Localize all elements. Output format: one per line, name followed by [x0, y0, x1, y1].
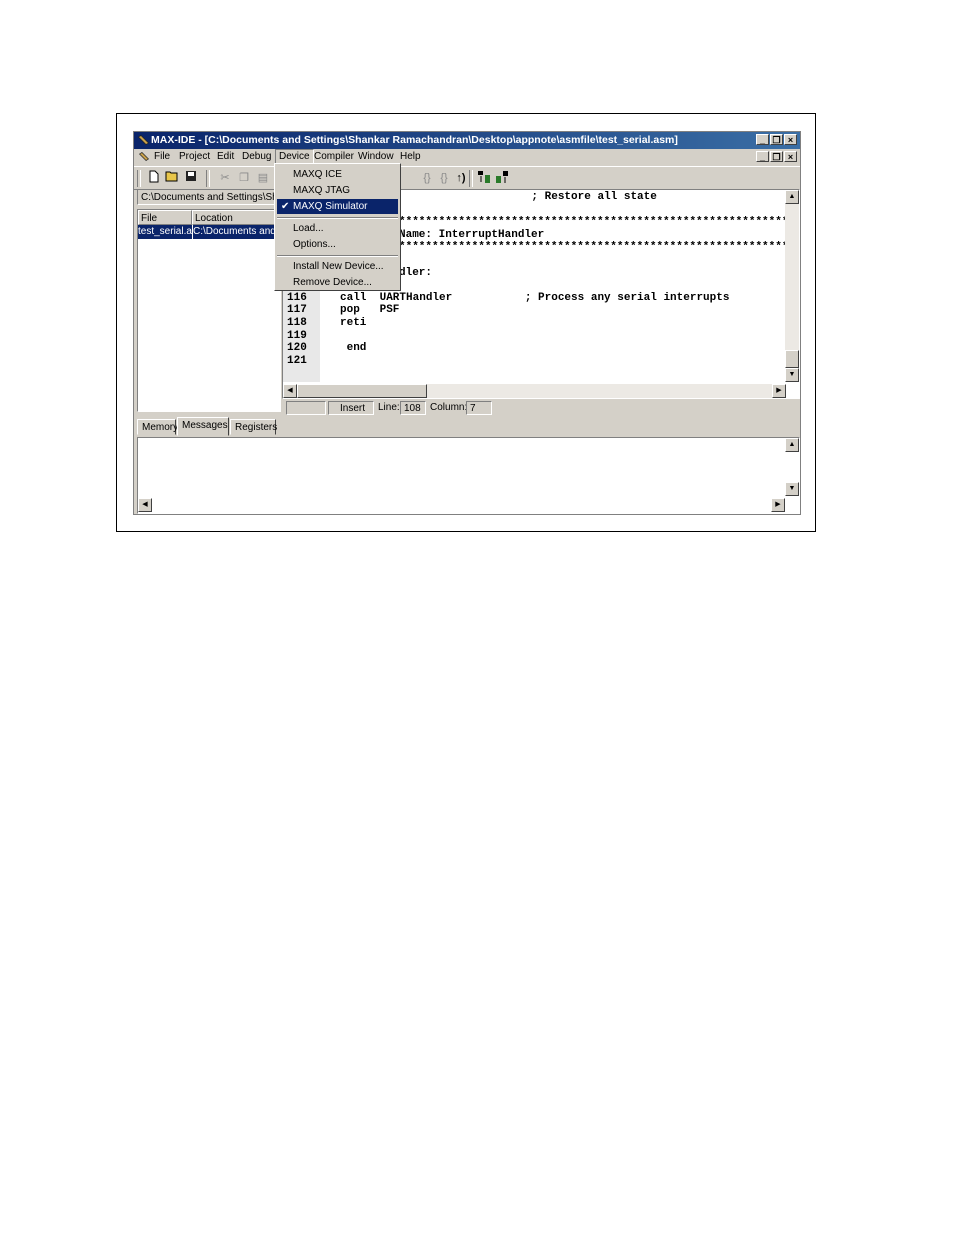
- msg-scroll-down-icon[interactable]: ▼: [785, 482, 799, 496]
- cut-icon[interactable]: ✂: [217, 170, 233, 186]
- code-line: ****************************************…: [399, 216, 800, 229]
- menu-item-maxq-jtag[interactable]: MAXQ JTAG: [277, 183, 398, 198]
- checkmark-icon: ✔: [281, 201, 290, 212]
- hscroll-thumb[interactable]: [297, 384, 427, 398]
- column-header-location[interactable]: Location: [192, 210, 280, 225]
- menu-bar: File Project Edit Debug Device Compiler …: [134, 149, 800, 165]
- tab-registers[interactable]: Registers: [230, 419, 277, 435]
- msg-scroll-up-icon[interactable]: ▲: [785, 438, 799, 452]
- code-line: dler:: [399, 266, 433, 279]
- restore-button[interactable]: ❐: [770, 134, 783, 145]
- paste-icon[interactable]: ▤: [255, 170, 271, 186]
- column-label: Column:: [430, 402, 468, 413]
- device-menu-dropdown: MAXQ ICE MAXQ JTAG ✔ MAXQ Simulator Load…: [274, 163, 401, 291]
- close-button[interactable]: ×: [784, 134, 797, 145]
- minimize-button[interactable]: _: [756, 134, 769, 145]
- menu-separator: [277, 217, 398, 219]
- location-cell[interactable]: C:\Documents and: [192, 225, 280, 239]
- line-number: 121: [287, 354, 307, 367]
- tab-memory[interactable]: Memory: [137, 419, 178, 435]
- status-bar: Insert Line: 108 Column: 7: [282, 400, 642, 416]
- msg-scroll-right-icon[interactable]: ▶: [771, 498, 785, 512]
- line-label: Line:: [378, 402, 400, 413]
- tab-messages[interactable]: Messages: [177, 417, 229, 436]
- menu-item-options[interactable]: Options...: [277, 237, 398, 252]
- open-folder-icon[interactable]: [164, 170, 180, 186]
- file-cell[interactable]: test_serial.as: [138, 225, 192, 239]
- scroll-thumb[interactable]: [785, 350, 799, 368]
- line-number: 118: [287, 317, 307, 329]
- step-over-icon[interactable]: {}: [436, 170, 452, 186]
- column-header-file[interactable]: File: [138, 210, 192, 225]
- status-empty: [286, 401, 326, 415]
- code-line: Name: InterruptHandler: [399, 228, 545, 241]
- menu-debug[interactable]: Debug: [239, 149, 274, 165]
- column-value: 7: [466, 401, 492, 415]
- toolbar-separator: [206, 170, 210, 187]
- scroll-right-icon[interactable]: ▶: [772, 384, 786, 398]
- editor-horizontal-scrollbar[interactable]: ◀ ▶: [283, 384, 786, 398]
- toolbar-separator-2: [469, 170, 473, 187]
- toolbar-grip: [137, 170, 141, 187]
- menu-item-maxq-simulator[interactable]: ✔ MAXQ Simulator: [277, 199, 398, 214]
- app-logo-icon: [138, 135, 149, 145]
- scroll-up-icon[interactable]: ▲: [785, 190, 799, 204]
- program-icon[interactable]: [476, 170, 492, 186]
- save-icon[interactable]: [183, 170, 199, 186]
- step-into-icon[interactable]: {}: [419, 170, 435, 186]
- line-value: 108: [400, 401, 426, 415]
- mdi-close-button[interactable]: ×: [784, 151, 797, 162]
- scroll-down-icon[interactable]: ▼: [785, 368, 799, 382]
- code-line: pop PSF: [340, 304, 400, 317]
- toolbar: ✂ ❐ ▤ {} {} ↑): [134, 166, 800, 190]
- code-line: end: [340, 342, 367, 355]
- line-number: 120: [287, 342, 307, 355]
- document-icon[interactable]: [138, 151, 150, 163]
- window-title: MAX-IDE - [C:\Documents and Settings\Sha…: [151, 134, 678, 146]
- max-ide-window: MAX-IDE - [C:\Documents and Settings\Sha…: [133, 131, 801, 515]
- line-number: 117: [287, 304, 307, 317]
- menu-project[interactable]: Project: [176, 149, 213, 165]
- title-bar[interactable]: MAX-IDE - [C:\Documents and Settings\Sha…: [134, 132, 800, 149]
- new-file-icon[interactable]: [146, 170, 162, 186]
- run-icon[interactable]: [494, 170, 510, 186]
- line-number: 119: [287, 329, 307, 342]
- menu-item-maxq-ice[interactable]: MAXQ ICE: [277, 167, 398, 182]
- editor-vertical-scrollbar[interactable]: ▲ ▼: [785, 190, 799, 382]
- copy-icon[interactable]: ❐: [236, 170, 252, 186]
- project-file-list: File Location test_serial.as C:\Document…: [137, 209, 281, 412]
- code-line: reti: [340, 317, 367, 329]
- step-out-icon[interactable]: ↑): [453, 170, 469, 186]
- mdi-minimize-button[interactable]: _: [756, 151, 769, 162]
- menu-edit[interactable]: Edit: [214, 149, 237, 165]
- code-line: call UARTHandler ; Process any serial in…: [340, 291, 730, 304]
- line-number: 116: [287, 291, 307, 304]
- menu-item-maxq-simulator-label: MAXQ Simulator: [293, 201, 368, 212]
- menu-file[interactable]: File: [151, 149, 173, 165]
- messages-panel[interactable]: ▲ ▼ ◀ ▶: [137, 437, 800, 514]
- menu-item-remove-device[interactable]: Remove Device...: [277, 275, 398, 290]
- menu-separator-2: [277, 255, 398, 257]
- scroll-left-icon[interactable]: ◀: [283, 384, 297, 398]
- status-mode: Insert: [328, 401, 374, 415]
- menu-item-load[interactable]: Load...: [277, 221, 398, 236]
- mdi-restore-button[interactable]: ❐: [770, 151, 783, 162]
- code-line: ****************************************…: [399, 241, 800, 254]
- project-path: C:\Documents and Settings\Shar: [137, 189, 282, 205]
- menu-item-install-new-device[interactable]: Install New Device...: [277, 259, 398, 274]
- msg-scroll-left-icon[interactable]: ◀: [138, 498, 152, 512]
